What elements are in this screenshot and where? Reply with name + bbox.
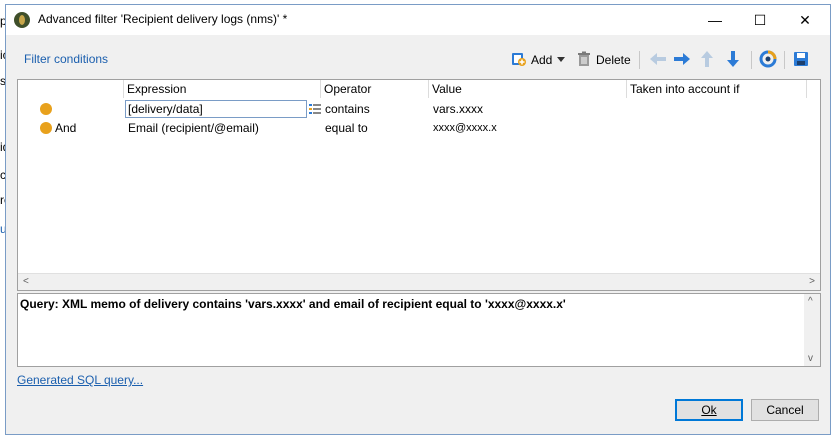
trash-icon bbox=[576, 51, 592, 70]
move-left-button[interactable] bbox=[649, 49, 667, 71]
arrow-up-icon bbox=[699, 50, 715, 71]
query-text: Query: XML memo of delivery contains 'va… bbox=[20, 297, 566, 311]
move-down-button[interactable] bbox=[725, 49, 741, 71]
condition-and-icon bbox=[40, 122, 52, 134]
column-header-operator[interactable]: Operator bbox=[320, 80, 428, 98]
toolbar-separator bbox=[784, 51, 785, 69]
window-title: Advanced filter 'Recipient delivery logs… bbox=[38, 12, 288, 26]
move-up-button[interactable] bbox=[699, 49, 715, 71]
add-label: Add bbox=[531, 53, 553, 67]
grid-header: Expression Operator Value Taken into acc… bbox=[18, 80, 820, 98]
filter-conditions-label: Filter conditions bbox=[24, 52, 109, 66]
app-icon bbox=[14, 12, 30, 28]
chevron-down-icon[interactable] bbox=[556, 53, 566, 67]
save-icon bbox=[793, 51, 809, 70]
operator-cell[interactable]: equal to bbox=[325, 119, 368, 137]
minimize-button[interactable]: — bbox=[692, 5, 738, 35]
scroll-up-icon[interactable]: ^ bbox=[808, 296, 813, 307]
row-prefix: And bbox=[55, 121, 77, 135]
horizontal-scrollbar[interactable]: < > bbox=[18, 273, 820, 290]
title-bar: Advanced filter 'Recipient delivery logs… bbox=[6, 5, 830, 35]
table-row[interactable]: And Email (recipient/@email) equal to xx… bbox=[18, 119, 820, 137]
save-button[interactable] bbox=[793, 49, 809, 71]
filter-toolbar: Filter conditions Add Delete bbox=[6, 43, 830, 73]
table-row[interactable]: [delivery/data] contains vars.xxxx bbox=[18, 100, 820, 118]
query-summary-box: Query: XML memo of delivery contains 'va… bbox=[17, 293, 821, 367]
add-button[interactable]: Add bbox=[511, 49, 566, 71]
arrow-down-icon bbox=[725, 50, 741, 71]
scroll-left-icon[interactable]: < bbox=[23, 276, 29, 287]
toolbar-separator bbox=[639, 51, 640, 69]
value-cell[interactable]: vars.xxxx bbox=[433, 100, 483, 118]
cancel-button[interactable]: Cancel bbox=[751, 399, 819, 421]
expression-input[interactable]: [delivery/data] bbox=[125, 100, 307, 118]
toolbar-separator bbox=[751, 51, 752, 69]
delete-button[interactable]: Delete bbox=[576, 49, 631, 71]
distribution-button[interactable] bbox=[759, 49, 777, 71]
close-button[interactable]: ✕ bbox=[782, 5, 828, 35]
value-cell[interactable]: xxxx@xxxx.x bbox=[433, 119, 497, 137]
ok-button[interactable]: Ok bbox=[675, 399, 743, 421]
column-header-condition[interactable]: Taken into account if bbox=[626, 80, 810, 98]
condition-bullet-icon bbox=[40, 103, 52, 115]
chart-pie-icon bbox=[759, 50, 777, 71]
delete-label: Delete bbox=[596, 53, 631, 67]
add-condition-icon bbox=[511, 51, 527, 70]
scroll-right-icon[interactable]: > bbox=[809, 276, 815, 287]
expression-picker-icon[interactable] bbox=[309, 100, 321, 118]
ok-label: Ok bbox=[701, 403, 717, 417]
cancel-label: Cancel bbox=[766, 403, 804, 417]
conditions-grid: Expression Operator Value Taken into acc… bbox=[17, 79, 821, 291]
vertical-scrollbar[interactable]: ^ v bbox=[804, 294, 820, 366]
maximize-button[interactable]: ☐ bbox=[737, 5, 783, 35]
generated-sql-query-link[interactable]: Generated SQL query... bbox=[17, 373, 143, 387]
arrow-right-icon bbox=[673, 51, 691, 70]
move-right-button[interactable] bbox=[673, 49, 691, 71]
arrow-left-icon bbox=[649, 51, 667, 70]
advanced-filter-dialog: Advanced filter 'Recipient delivery logs… bbox=[5, 4, 831, 435]
column-header-filler bbox=[806, 80, 820, 98]
operator-cell[interactable]: contains bbox=[325, 100, 370, 118]
expression-cell[interactable]: Email (recipient/@email) bbox=[128, 119, 259, 137]
scroll-down-icon[interactable]: v bbox=[808, 353, 813, 364]
column-header-expression[interactable]: Expression bbox=[123, 80, 319, 98]
column-header-value[interactable]: Value bbox=[428, 80, 626, 98]
